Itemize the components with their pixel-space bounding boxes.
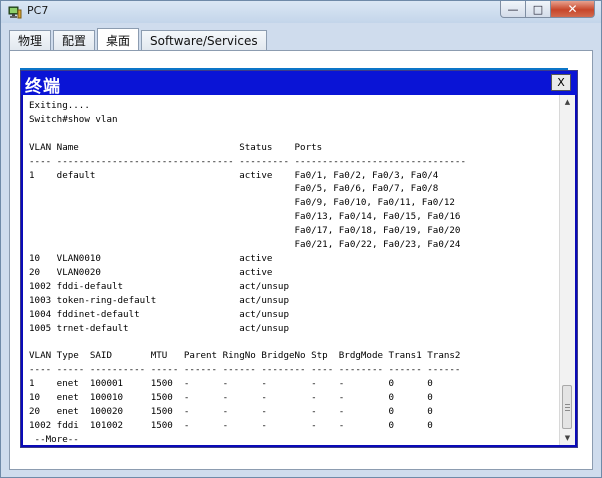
terminal-line: 1005 trnet-default act/unsup: [29, 322, 289, 334]
scroll-up-arrow-icon[interactable]: ▲: [560, 95, 575, 109]
terminal-line: Exiting....: [29, 100, 90, 111]
window-controls: — □ ✕: [500, 1, 595, 19]
terminal-line: Fa0/9, Fa0/10, Fa0/11, Fa0/12: [29, 197, 455, 209]
terminal-console[interactable]: Exiting.... Switch#show vlan VLAN Name S…: [23, 95, 575, 445]
terminal-line: Fa0/21, Fa0/22, Fa0/23, Fa0/24: [29, 239, 461, 251]
terminal-output[interactable]: Exiting.... Switch#show vlan VLAN Name S…: [29, 99, 466, 445]
terminal-scrollbar[interactable]: ▲ ▼: [559, 95, 575, 445]
terminal-line: 1002 fddi-default act/unsup: [29, 280, 289, 292]
tab-software-services[interactable]: Software/Services: [141, 30, 267, 50]
tab-physical[interactable]: 物理: [9, 30, 52, 50]
terminal-title: 终端: [25, 77, 61, 97]
terminal-line: VLAN Name Status Ports: [29, 141, 323, 153]
terminal-line: 10 enet 100010 1500 - - - - - 0 0: [29, 392, 433, 404]
terminal-line: 10 VLAN0010 active: [29, 252, 273, 264]
terminal-window: 终端 X Exiting.... Switch#show vlan VLAN N…: [20, 70, 578, 448]
terminal-close-button[interactable]: X: [551, 74, 571, 91]
scroll-thumb[interactable]: [562, 385, 572, 429]
terminal-line: --More--: [29, 433, 79, 445]
tab-config[interactable]: 配置: [53, 30, 96, 50]
terminal-line: Fa0/13, Fa0/14, Fa0/15, Fa0/16: [29, 211, 461, 223]
pc-app-icon: [8, 6, 22, 19]
tab-bar: 物理 配置 桌面 Software/Services: [9, 28, 269, 51]
maximize-button[interactable]: □: [526, 1, 551, 18]
close-button[interactable]: ✕: [551, 1, 595, 18]
terminal-line: 20 enet 100020 1500 - - - - - 0 0: [29, 405, 433, 417]
terminal-line: Fa0/17, Fa0/18, Fa0/19, Fa0/20: [29, 225, 461, 237]
terminal-line: 1 enet 100001 1500 - - - - - 0 0: [29, 378, 433, 390]
tab-desktop[interactable]: 桌面: [97, 28, 140, 51]
minimize-button[interactable]: —: [500, 1, 526, 18]
terminal-line: ---- -------------------------------- --…: [29, 155, 466, 167]
terminal-line: 1003 token-ring-default act/unsup: [29, 294, 289, 306]
window-title: PC7: [27, 4, 49, 17]
terminal-line: ---- ----- ---------- ----- ------ -----…: [29, 364, 461, 376]
title-bar[interactable]: PC7 — □ ✕: [1, 1, 601, 23]
terminal-line: VLAN Type SAID MTU Parent RingNo BridgeN…: [29, 350, 461, 362]
terminal-line: 1 default active Fa0/1, Fa0/2, Fa0/3, Fa…: [29, 169, 439, 181]
scroll-down-arrow-icon[interactable]: ▼: [560, 431, 575, 445]
terminal-line: 1002 fddi 101002 1500 - - - - - 0 0: [29, 419, 433, 431]
terminal-line: Switch#show vlan: [29, 113, 118, 125]
terminal-line: 1004 fddinet-default act/unsup: [29, 308, 289, 320]
terminal-line: 20 VLAN0020 active: [29, 266, 273, 278]
terminal-line: Fa0/5, Fa0/6, Fa0/7, Fa0/8: [29, 183, 439, 195]
terminal-title-bar[interactable]: 终端 X: [21, 71, 577, 97]
